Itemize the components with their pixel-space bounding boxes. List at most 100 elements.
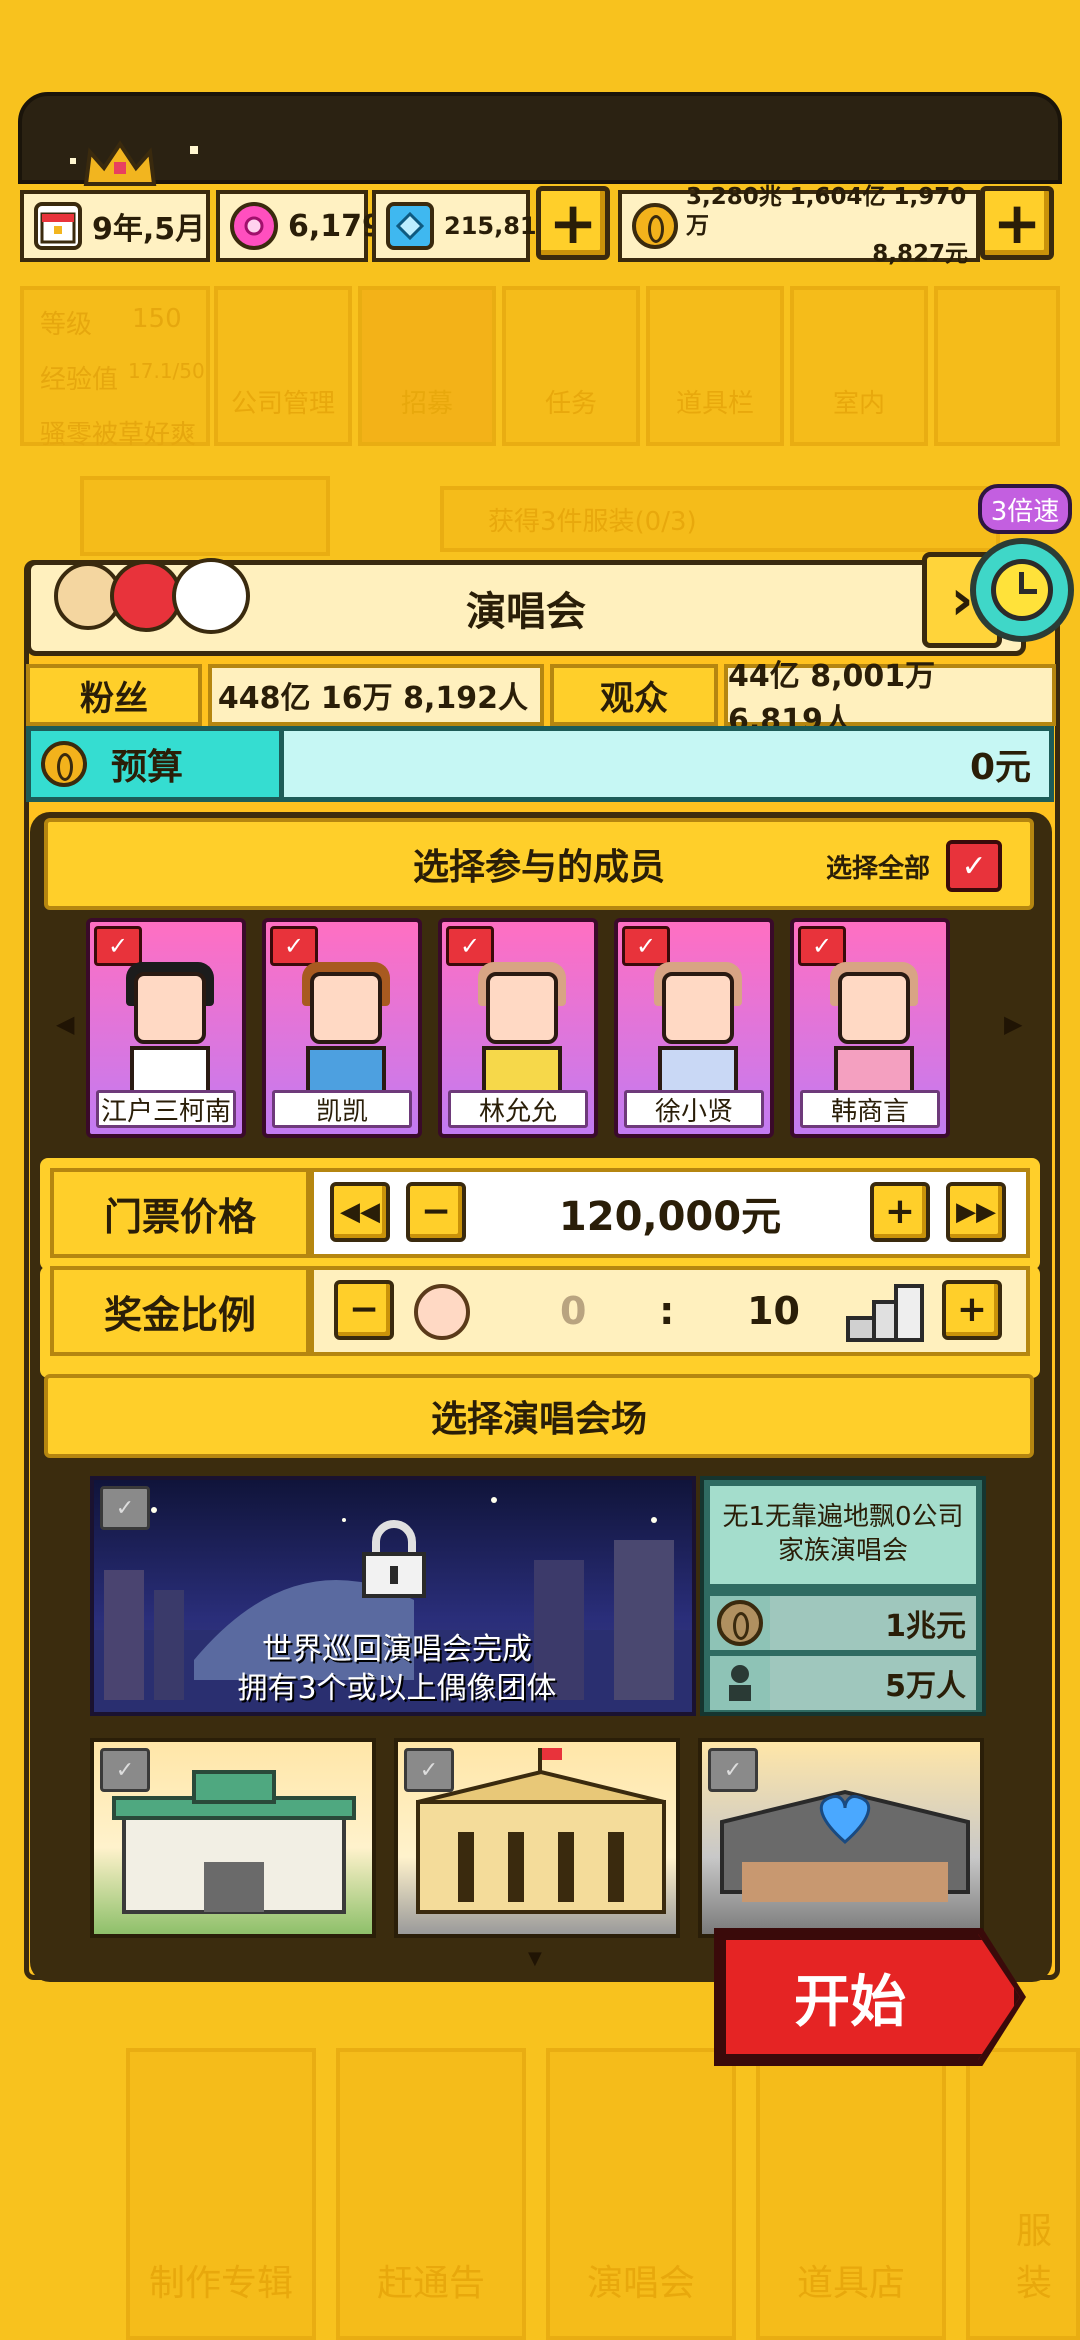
member-name: 凯凯 [272, 1090, 412, 1128]
ticket-increase-button[interactable]: + [870, 1182, 930, 1242]
speed-label: 3倍速 [990, 496, 1060, 527]
member-card[interactable]: ✓ 江户三柯南 [86, 918, 246, 1138]
member-card[interactable]: ✓ 韩商言 [790, 918, 950, 1138]
background-panel [80, 476, 330, 556]
tab-label: 招募 [400, 389, 453, 419]
building-stack-icon [846, 1284, 924, 1342]
coin-icon [632, 203, 678, 249]
member-name: 韩商言 [800, 1090, 940, 1128]
venue-checkbox[interactable]: ✓ [100, 1748, 150, 1792]
clock-icon [991, 559, 1053, 621]
bonus-left-value: 0 [560, 1289, 587, 1333]
notice-bar: 获得3件服装(0/3) [440, 486, 1000, 552]
select-all-control[interactable]: 选择全部 ✓ [826, 836, 1003, 896]
sparkle-decoration [70, 158, 76, 164]
add-gems-button[interactable]: + [536, 186, 610, 260]
member-name: 徐小贤 [624, 1090, 764, 1128]
budget-label-box: 预算 [26, 726, 284, 802]
speed-badge: 3倍速 [978, 484, 1072, 534]
select-all-label: 选择全部 [826, 853, 931, 884]
budget-value: 0元 [969, 747, 1031, 788]
level-label: 等级 [40, 310, 93, 340]
bonus-ratio-label: 奖金比例 [50, 1266, 310, 1356]
venue-checkbox[interactable]: ✓ [708, 1748, 758, 1792]
venue-capacity-row: 5万人 [710, 1656, 976, 1710]
venue-card-locked[interactable]: ✓ 世界巡回演唱会完成 拥有3个或以上偶像团体 [90, 1476, 696, 1716]
blue-gem-counter: 215,812 [372, 190, 553, 262]
lock-icon [362, 1520, 426, 1598]
venue-lock-requirement-2: 拥有3个或以上偶像团体 [237, 1671, 557, 1706]
fans-value: 448亿 16万 8,192人 [208, 664, 544, 726]
member-card[interactable]: ✓ 徐小贤 [614, 918, 774, 1138]
scroll-left-icon[interactable]: ◀ [56, 1010, 74, 1038]
blue-gem-icon [386, 202, 434, 250]
budget-label: 预算 [111, 747, 184, 788]
venue-capacity: 5万人 [770, 1656, 976, 1710]
member-name: 林允允 [448, 1090, 588, 1128]
member-checkbox[interactable]: ✓ [94, 926, 142, 966]
tab-inventory[interactable]: 道具栏 [646, 286, 784, 446]
tab-interior[interactable]: 室内 [790, 286, 928, 446]
sparkle-decoration [190, 146, 198, 154]
member-checkbox[interactable]: ✓ [798, 926, 846, 966]
add-money-button[interactable]: + [980, 186, 1054, 260]
tab-label: 赶通告 [376, 2263, 485, 2304]
bonus-decrease-button[interactable]: − [334, 1280, 394, 1340]
person-icon [729, 1665, 751, 1701]
member-card[interactable]: ✓ 林允允 [438, 918, 598, 1138]
audience-label: 观众 [550, 664, 718, 726]
venue-card[interactable]: ✓ [698, 1738, 984, 1938]
select-all-checkbox[interactable]: ✓ [946, 840, 1003, 892]
budget-value-box: 0元 [284, 726, 1054, 802]
member-checkbox[interactable]: ✓ [622, 926, 670, 966]
tab-schedule[interactable]: 赶通告 [336, 2048, 526, 2340]
venue-cost: 1兆元 [770, 1596, 976, 1650]
start-button[interactable]: 开始 [720, 1934, 1020, 2060]
member-name: 江户三柯南 [96, 1090, 236, 1128]
member-face [662, 972, 734, 1044]
dialog-title: 演唱会 [466, 589, 586, 635]
tab-costume[interactable]: 服装 [966, 2048, 1080, 2340]
coin-icon [41, 741, 87, 787]
pink-gem-counter: 6,179 [216, 190, 383, 262]
tab-concert[interactable]: 演唱会 [546, 2048, 736, 2340]
stats-row: 粉丝 448亿 16万 8,192人 观众 44亿 8,001万 6,819人 [26, 659, 1056, 738]
speed-up-button[interactable] [970, 538, 1074, 642]
pink-gem-value: 6,179 [288, 208, 383, 244]
crown-icon [83, 140, 157, 186]
coin-icon [717, 1600, 763, 1646]
tab-label: 公司管理 [230, 389, 335, 419]
venue-card[interactable]: ✓ [394, 1738, 680, 1938]
tab-label: 演唱会 [586, 2263, 695, 2304]
money-line-1: 3,280兆 1,604亿 1,970万 [686, 183, 967, 239]
ticket-decrease-fast-button[interactable]: ◀◀ [330, 1182, 390, 1242]
ticket-decrease-button[interactable]: − [406, 1182, 466, 1242]
venue-name: 无1无靠遍地飘0公司家族演唱会 [710, 1486, 976, 1584]
bonus-separator: : [659, 1289, 675, 1333]
venue-checkbox[interactable]: ✓ [100, 1486, 150, 1530]
exp-value: 17.1/50 [128, 359, 205, 383]
tab-item-shop[interactable]: 道具店 [756, 2048, 946, 2340]
tab-company-management[interactable]: 公司管理 [214, 286, 352, 446]
bonus-ratio-display: 0 : 10 [560, 1266, 800, 1356]
member-checkbox[interactable]: ✓ [446, 926, 494, 966]
tab-tasks[interactable]: 任务 [502, 286, 640, 446]
venue-info-panel: 无1无靠遍地飘0公司家族演唱会 1兆元 5万人 [700, 1476, 986, 1716]
venue-card[interactable]: ✓ [90, 1738, 376, 1938]
ticket-price-label: 门票价格 [50, 1168, 310, 1258]
member-checkbox[interactable]: ✓ [270, 926, 318, 966]
date-text: 9年,5月 [92, 212, 206, 247]
idol-face-icon [414, 1284, 470, 1340]
exp-label: 经验值 [40, 365, 119, 395]
tab-recruit[interactable]: 招募 [358, 286, 496, 446]
tab-produce-album[interactable]: 制作专辑 [126, 2048, 316, 2340]
venue-checkbox[interactable]: ✓ [404, 1748, 454, 1792]
company-name: 骚零被草好爽 [40, 420, 197, 450]
tab-mail[interactable] [934, 286, 1060, 446]
ticket-increase-fast-button[interactable]: ▶▶ [946, 1182, 1006, 1242]
member-card[interactable]: ✓ 凯凯 [262, 918, 422, 1138]
bonus-increase-button[interactable]: + [942, 1280, 1002, 1340]
venue-header: 选择演唱会场 [44, 1374, 1034, 1458]
scroll-right-icon[interactable]: ▶ [1004, 1010, 1022, 1038]
scroll-down-icon[interactable]: ▼ [528, 1948, 542, 1969]
